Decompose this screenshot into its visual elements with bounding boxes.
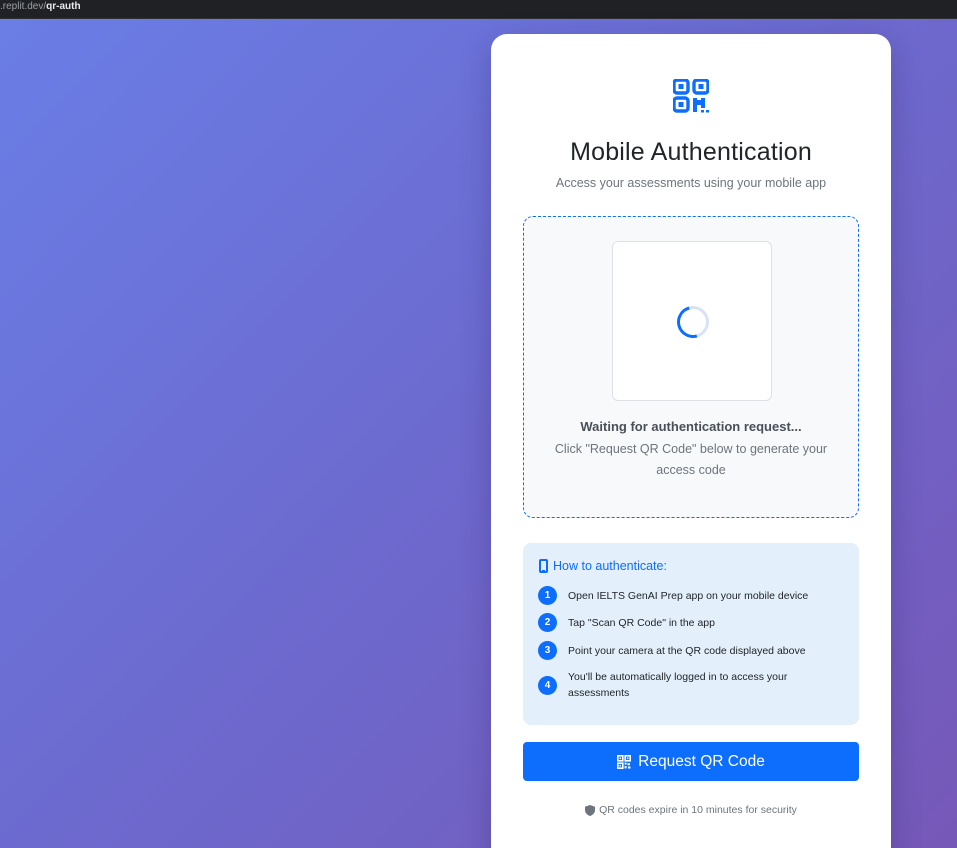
qr-code-placeholder bbox=[612, 241, 772, 401]
page-subtitle: Access your assessments using your mobil… bbox=[555, 176, 827, 190]
expiry-note: QR codes expire in 10 minutes for securi… bbox=[491, 804, 891, 816]
qrcode-icon bbox=[617, 754, 632, 769]
how-to-title: How to authenticate: bbox=[553, 559, 667, 573]
step-text: Point your camera at the QR code display… bbox=[568, 644, 806, 657]
url-host: .replit.dev/ bbox=[0, 1, 47, 12]
how-to-panel: How to authenticate: 1 Open IELTS GenAI … bbox=[523, 543, 859, 725]
qrcode-icon bbox=[673, 79, 709, 113]
list-item: 4 You'll be automatically logged in to a… bbox=[538, 669, 798, 701]
status-title: Waiting for authentication request... bbox=[580, 419, 802, 434]
step-text: You'll be automatically logged in to acc… bbox=[568, 671, 788, 699]
list-item: 1 Open IELTS GenAI Prep app on your mobi… bbox=[538, 586, 848, 605]
how-to-heading: How to authenticate: bbox=[539, 559, 667, 573]
list-item: 3 Point your camera at the QR code displ… bbox=[538, 641, 848, 660]
status-description: Click "Request QR Code" below to generat… bbox=[554, 442, 828, 477]
expiry-note-text: QR codes expire in 10 minutes for securi… bbox=[599, 804, 797, 816]
phone-icon bbox=[539, 559, 548, 573]
request-qr-code-label: Request QR Code bbox=[638, 752, 765, 770]
loading-spinner-icon bbox=[671, 300, 715, 344]
url-path: qr-auth bbox=[46, 1, 81, 12]
page-title: Mobile Authentication bbox=[570, 138, 812, 166]
step-number: 1 bbox=[538, 586, 557, 605]
step-number: 3 bbox=[538, 641, 557, 660]
address-bar[interactable]: .replit.dev/qr-auth bbox=[0, 0, 957, 19]
shield-icon bbox=[585, 804, 596, 816]
list-item: 2 Tap "Scan QR Code" in the app bbox=[538, 613, 848, 632]
request-qr-code-button[interactable]: Request QR Code bbox=[523, 742, 859, 781]
step-number: 4 bbox=[538, 675, 557, 695]
step-number: 2 bbox=[538, 613, 557, 632]
auth-card: Mobile Authentication Access your assess… bbox=[491, 34, 891, 848]
step-text: Tap "Scan QR Code" in the app bbox=[568, 616, 715, 629]
qr-code-area: Waiting for authentication request... Cl… bbox=[523, 216, 859, 518]
step-text: Open IELTS GenAI Prep app on your mobile… bbox=[568, 589, 809, 602]
